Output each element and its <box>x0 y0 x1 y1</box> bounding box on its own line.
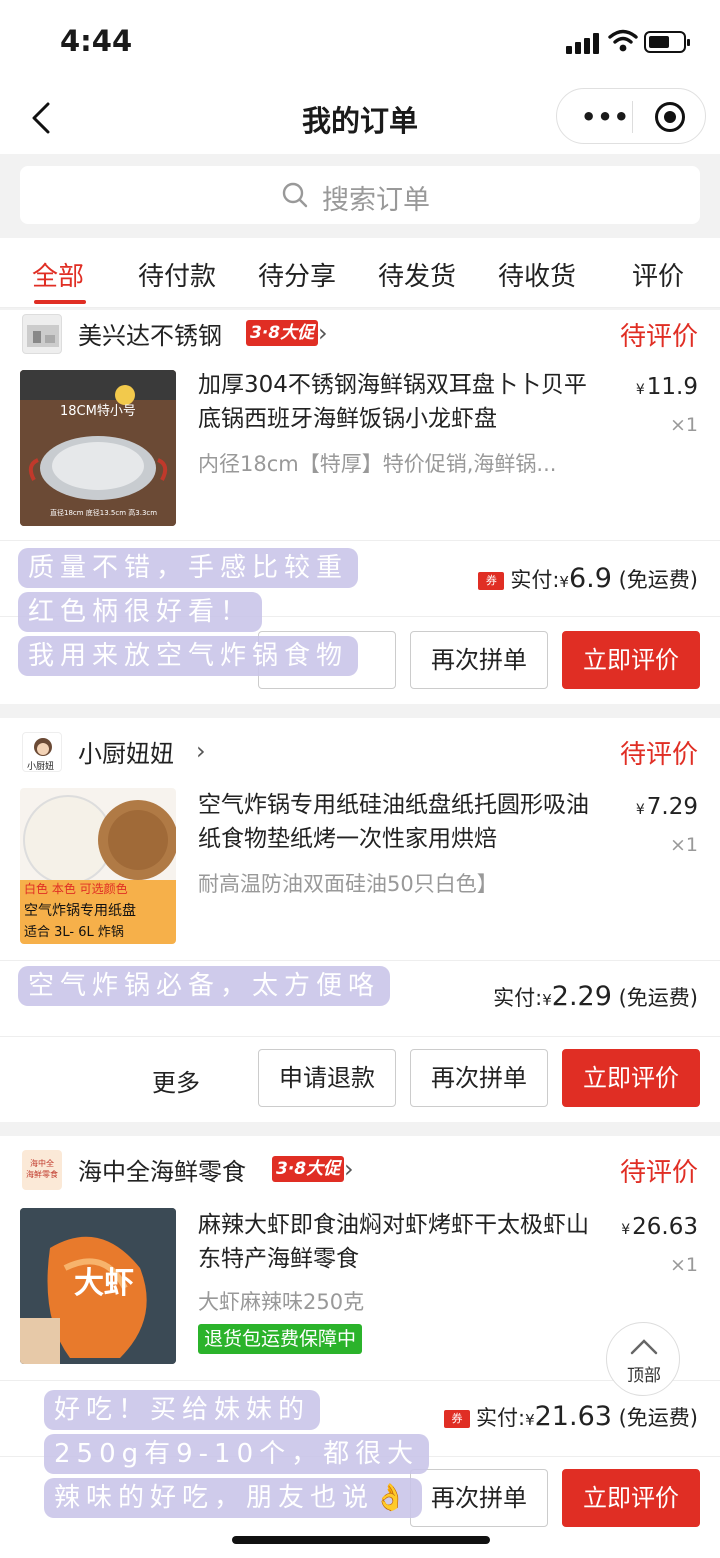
shop-name: 美兴达不锈钢 <box>78 322 222 350</box>
chevron-right-icon: › <box>318 319 328 347</box>
home-indicator <box>232 1536 490 1544</box>
product-image[interactable]: 白色 本色 可选颜色 空气炸锅专用纸盘 适合 3L- 6L 炸锅 <box>20 788 176 944</box>
active-tab-indicator <box>34 300 86 304</box>
tab-pending-payment[interactable]: 待付款 <box>138 256 216 293</box>
image-line: 白色 本色 可选颜色 <box>24 882 128 896</box>
rebuy-button[interactable]: 再次拼单 <box>410 631 548 689</box>
shop-row[interactable]: 海中全 海鲜零食 海中全海鲜零食 3·8大促 › 待评价 <box>0 1146 720 1196</box>
chevron-right-icon: › <box>196 737 206 765</box>
product-title[interactable]: 麻辣大虾即食油焖对虾烤虾干太极虾山东特产海鲜零食 <box>198 1208 608 1276</box>
review-note: 好吃！买给妹妹的 <box>44 1390 321 1430</box>
review-note: 质量不错，手感比较重 <box>18 548 359 588</box>
more-link[interactable]: 更多 <box>152 1063 200 1098</box>
review-note: 红色柄很好看！ <box>18 592 263 632</box>
product-image[interactable]: 18CM特小号 直径18cm 底径13.5cm 高3.3cm <box>20 370 176 526</box>
back-to-top-button[interactable]: 顶部 <box>606 1322 680 1396</box>
promo-badge: 3·8大促 <box>272 1156 345 1182</box>
status-time: 4:44 <box>60 24 133 58</box>
order-tabs: 全部 待付款 待分享 待发货 待收货 评价 <box>0 238 720 308</box>
return-shipping-badge: 退货包运费保障中 <box>198 1324 363 1354</box>
paid-total: 实付:¥2.29 (免运费) <box>493 981 698 1012</box>
image-label: 大虾 <box>74 1266 134 1301</box>
chevron-right-icon: › <box>344 1155 354 1183</box>
review-button[interactable]: 立即评价 <box>562 1469 700 1527</box>
wifi-icon <box>608 29 638 52</box>
tab-all[interactable]: 全部 <box>32 256 84 293</box>
capsule-divider <box>632 101 633 133</box>
product-spec: 耐高温防油双面硅油50只白色】 <box>198 872 498 896</box>
product-price: ¥26.63 <box>621 1214 698 1240</box>
promo-badge: 3·8大促 <box>246 320 319 346</box>
shop-logo: 小厨妞 <box>22 732 62 772</box>
tab-review[interactable]: 评价 <box>632 256 684 293</box>
currency-symbol: ¥ <box>635 382 645 398</box>
shop-logo: 海中全 海鲜零食 <box>22 1150 62 1190</box>
review-button[interactable]: 立即评价 <box>562 631 700 689</box>
refund-button[interactable]: 申请退款 <box>258 1049 396 1107</box>
coupon-icon: 券 <box>444 1410 470 1428</box>
order-card: 小厨妞 小厨妞妞 › 待评价 白色 本色 可选颜色 空气炸锅专用纸盘 适合 3L… <box>0 718 720 1122</box>
image-label: 18CM特小号 <box>60 404 136 419</box>
battery-icon <box>644 31 690 53</box>
paid-total: 券实付:¥6.9 (免运费) <box>478 563 698 594</box>
paid-total: 券实付:¥21.63 (免运费) <box>444 1401 698 1432</box>
product-quantity: ×1 <box>669 414 698 436</box>
back-to-top-label: 顶部 <box>627 1366 661 1386</box>
review-note: 空气炸锅必备，太方便咯 <box>18 966 391 1006</box>
shop-name: 海中全海鲜零食 <box>78 1158 246 1186</box>
product-price: ¥7.29 <box>635 794 698 820</box>
rebuy-button[interactable]: 再次拼单 <box>410 1469 548 1527</box>
product-quantity: ×1 <box>669 1254 698 1276</box>
search-placeholder: 搜索订单 <box>322 185 430 216</box>
shop-logo <box>22 314 62 354</box>
review-note: 250g有9-10个，都很大 <box>44 1434 430 1474</box>
product-quantity: ×1 <box>669 834 698 856</box>
nav-bar: 我的订单 ••• <box>0 84 720 154</box>
product-spec: 大虾麻辣味250克 <box>198 1290 365 1314</box>
review-note: 辣味的好吃，朋友也说👌 <box>44 1478 423 1518</box>
chevron-up-icon <box>630 1339 658 1355</box>
shop-row[interactable]: 美兴达不锈钢 3·8大促 › 待评价 <box>0 310 720 360</box>
image-line: 空气炸锅专用纸盘 <box>24 903 136 919</box>
review-note: 我用来放空气炸锅食物 <box>18 636 359 676</box>
image-caption: 直径18cm 底径13.5cm 高3.3cm <box>50 509 158 517</box>
coupon-icon: 券 <box>478 572 505 590</box>
status-bar: 4:44 <box>0 0 720 84</box>
image-line: 适合 3L- 6L 炸锅 <box>24 925 124 940</box>
order-status: 待评价 <box>619 322 698 352</box>
product-title[interactable]: 空气炸锅专用纸硅油纸盘纸托圆形吸油纸食物垫纸烤一次性家用烘焙 <box>198 788 608 856</box>
shop-name: 小厨妞妞 <box>78 740 174 768</box>
order-status: 待评价 <box>619 740 698 770</box>
review-button[interactable]: 立即评价 <box>562 1049 700 1107</box>
search-icon <box>282 182 308 208</box>
rebuy-button[interactable]: 再次拼单 <box>410 1049 548 1107</box>
tab-pending-receipt[interactable]: 待收货 <box>498 256 576 293</box>
order-status: 待评价 <box>619 1158 698 1188</box>
close-target-icon[interactable] <box>655 102 685 132</box>
more-icon[interactable]: ••• <box>581 103 630 131</box>
product-price: ¥11.9 <box>635 374 698 400</box>
tab-pending-share[interactable]: 待分享 <box>258 256 336 293</box>
product-image[interactable]: 大虾 <box>20 1208 176 1364</box>
product-spec: 内径18cm【特厚】特价促销,海鲜锅... <box>198 452 557 476</box>
shop-row[interactable]: 小厨妞 小厨妞妞 › 待评价 <box>0 728 720 778</box>
miniprogram-capsule: ••• <box>556 88 706 144</box>
search-section: 搜索订单 <box>0 154 720 238</box>
search-input[interactable]: 搜索订单 <box>20 166 700 224</box>
action-row: 更多 申请退款 再次拼单 立即评价 <box>0 1036 720 1122</box>
signal-icon <box>566 32 602 54</box>
product-title[interactable]: 加厚304不锈钢海鲜锅双耳盘卜卜贝平底锅西班牙海鲜饭锅小龙虾盘 <box>198 368 608 436</box>
tab-pending-shipment[interactable]: 待发货 <box>378 256 456 293</box>
